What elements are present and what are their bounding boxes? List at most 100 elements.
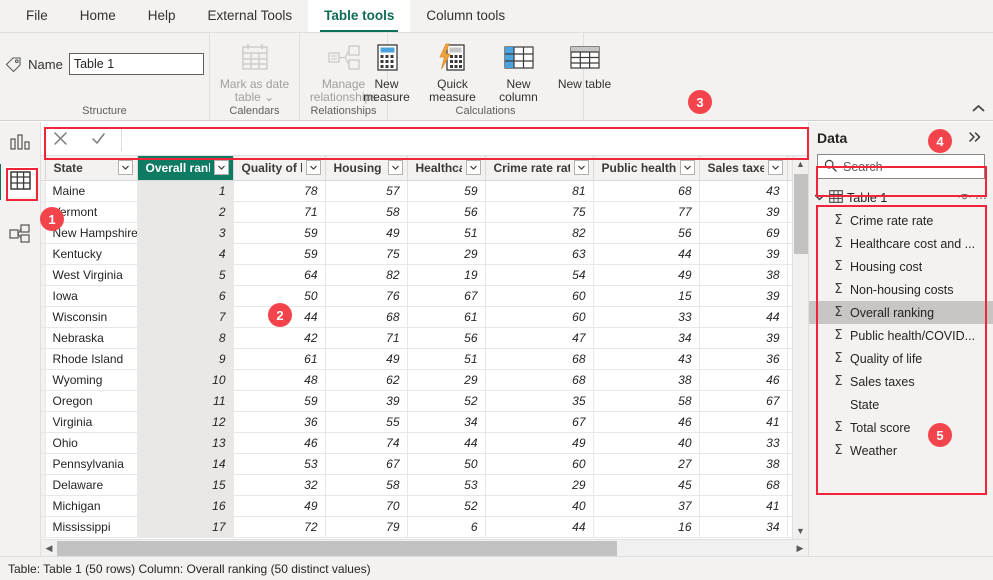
- filter-dropdown-icon[interactable]: [680, 160, 695, 175]
- table-cell[interactable]: 4: [137, 243, 233, 264]
- table-cell[interactable]: 54: [485, 264, 593, 285]
- field-list-item[interactable]: ΣHealthcare cost and ...: [809, 232, 993, 255]
- table-cell[interactable]: 63: [485, 243, 593, 264]
- ribbon-tab-column-tools[interactable]: Column tools: [410, 0, 521, 32]
- filter-dropdown-icon[interactable]: [118, 160, 133, 175]
- table-cell[interactable]: 53: [233, 453, 325, 474]
- table-cell[interactable]: 32: [233, 474, 325, 495]
- table-cell[interactable]: 2: [137, 201, 233, 222]
- table-row[interactable]: Vermont2715856757739: [41, 201, 827, 222]
- new-measure-button[interactable]: New measure: [354, 39, 420, 104]
- table-cell[interactable]: 10: [137, 369, 233, 390]
- table-cell[interactable]: 81: [485, 180, 593, 201]
- table-row[interactable]: Ohio13467444494033: [41, 432, 827, 453]
- table-cell[interactable]: 11: [137, 390, 233, 411]
- table-cell[interactable]: 17: [137, 516, 233, 537]
- chevron-down-icon[interactable]: [814, 191, 825, 205]
- field-list-item[interactable]: ΣWeather: [809, 439, 993, 462]
- table-cell[interactable]: Delaware: [45, 474, 137, 495]
- column-header-crime-rate-rate[interactable]: Crime rate rate: [485, 156, 593, 180]
- table-cell[interactable]: 38: [699, 264, 787, 285]
- table-cell[interactable]: 68: [593, 180, 699, 201]
- column-header-state[interactable]: State: [45, 156, 137, 180]
- table-cell[interactable]: 60: [485, 285, 593, 306]
- ribbon-tab-help[interactable]: Help: [132, 0, 192, 32]
- table-cell[interactable]: 15: [593, 285, 699, 306]
- table-cell[interactable]: 34: [699, 516, 787, 537]
- table-cell[interactable]: 33: [699, 432, 787, 453]
- table-cell[interactable]: 41: [699, 411, 787, 432]
- table-cell[interactable]: 43: [593, 348, 699, 369]
- mark-as-date-table-button[interactable]: Mark as date table ⌄: [218, 39, 292, 104]
- table-cell[interactable]: 75: [485, 201, 593, 222]
- table-cell[interactable]: 52: [407, 495, 485, 516]
- table-cell[interactable]: 37: [593, 495, 699, 516]
- field-list-item[interactable]: ΣTotal score: [809, 416, 993, 439]
- table-cell[interactable]: 35: [485, 390, 593, 411]
- table-row[interactable]: Pennsylvania14536750602738: [41, 453, 827, 474]
- table-cell[interactable]: Wisconsin: [45, 306, 137, 327]
- table-cell[interactable]: Ohio: [45, 432, 137, 453]
- table-cell[interactable]: 38: [699, 453, 787, 474]
- table-cell[interactable]: 82: [325, 264, 407, 285]
- table-cell[interactable]: 40: [593, 432, 699, 453]
- table-cell[interactable]: 36: [699, 348, 787, 369]
- field-list-item[interactable]: ΣPublic health/COVID...: [809, 324, 993, 347]
- table-cell[interactable]: 44: [485, 516, 593, 537]
- table-row[interactable]: Wyoming10486229683846: [41, 369, 827, 390]
- table-cell[interactable]: 76: [325, 285, 407, 306]
- filter-dropdown-icon[interactable]: [388, 160, 403, 175]
- table-cell[interactable]: 29: [485, 474, 593, 495]
- table-cell[interactable]: 42: [233, 327, 325, 348]
- table-cell[interactable]: Nebraska: [45, 327, 137, 348]
- grid-horizontal-scrollbar[interactable]: ◀ ▶: [41, 539, 808, 556]
- table-row-actions[interactable]: ⋯: [958, 191, 987, 205]
- table-cell[interactable]: Michigan: [45, 495, 137, 516]
- table-cell[interactable]: 51: [407, 222, 485, 243]
- table-cell[interactable]: 39: [699, 327, 787, 348]
- table-cell[interactable]: 48: [233, 369, 325, 390]
- table-cell[interactable]: 34: [407, 411, 485, 432]
- grid-vertical-scrollbar[interactable]: ▲ ▼: [792, 156, 808, 539]
- table-cell[interactable]: 68: [485, 369, 593, 390]
- table-row[interactable]: Nebraska8427156473439: [41, 327, 827, 348]
- table-cell[interactable]: 58: [593, 390, 699, 411]
- double-chevron-right-icon[interactable]: [966, 131, 985, 146]
- table-cell[interactable]: 69: [699, 222, 787, 243]
- table-cell[interactable]: 56: [407, 201, 485, 222]
- table-cell[interactable]: 41: [699, 495, 787, 516]
- table-cell[interactable]: 60: [485, 453, 593, 474]
- table-cell[interactable]: 79: [325, 516, 407, 537]
- column-header-healthcare[interactable]: Healthcare: [407, 156, 485, 180]
- table-cell[interactable]: 45: [593, 474, 699, 495]
- column-header-overall-ranking[interactable]: Overall ranking: [137, 156, 233, 180]
- ribbon-tab-file[interactable]: File: [10, 0, 64, 32]
- table-cell[interactable]: 47: [485, 327, 593, 348]
- table-cell[interactable]: 14: [137, 453, 233, 474]
- table-cell[interactable]: 71: [325, 327, 407, 348]
- table-row[interactable]: Oregon11593952355867: [41, 390, 827, 411]
- chevron-up-icon[interactable]: [972, 102, 985, 116]
- table-row[interactable]: Iowa6507667601539: [41, 285, 827, 306]
- table-name-input[interactable]: [69, 53, 204, 75]
- table-cell[interactable]: 13: [137, 432, 233, 453]
- table-cell[interactable]: 72: [233, 516, 325, 537]
- field-tree-table-row[interactable]: Table 1 ⋯: [809, 186, 993, 209]
- table-cell[interactable]: 68: [699, 474, 787, 495]
- table-cell[interactable]: 68: [325, 306, 407, 327]
- quick-measure-button[interactable]: Quick measure: [420, 39, 486, 104]
- table-cell[interactable]: Wyoming: [45, 369, 137, 390]
- table-row[interactable]: Rhode Island9614951684336: [41, 348, 827, 369]
- table-cell[interactable]: 46: [233, 432, 325, 453]
- table-cell[interactable]: 67: [325, 453, 407, 474]
- table-cell[interactable]: 59: [233, 390, 325, 411]
- table-cell[interactable]: 70: [325, 495, 407, 516]
- table-row[interactable]: New Hampshire3594951825669: [41, 222, 827, 243]
- filter-dropdown-icon[interactable]: [768, 160, 783, 175]
- table-cell[interactable]: West Virginia: [45, 264, 137, 285]
- table-cell[interactable]: 64: [233, 264, 325, 285]
- table-cell[interactable]: 7: [137, 306, 233, 327]
- table-cell[interactable]: 68: [485, 348, 593, 369]
- table-cell[interactable]: 67: [485, 411, 593, 432]
- table-cell[interactable]: Rhode Island: [45, 348, 137, 369]
